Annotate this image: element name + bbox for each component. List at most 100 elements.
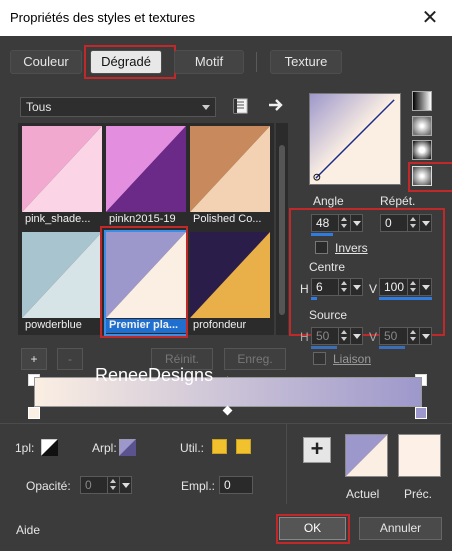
source-v-spin-buttons[interactable]: [407, 328, 419, 344]
gradient-swatch: [22, 126, 102, 212]
source-h-dropdown[interactable]: [350, 328, 362, 344]
use-label: Util.:: [180, 441, 204, 455]
center-v-stepper[interactable]: 100: [379, 278, 432, 296]
source-h-label: H: [300, 330, 309, 344]
color-stop-right[interactable]: [415, 407, 427, 419]
source-h-value: 50: [316, 329, 330, 343]
gradient-tile-label: powderblue: [25, 319, 82, 331]
color-midpoint[interactable]: [222, 405, 233, 416]
opacity-spin-buttons[interactable]: [107, 477, 119, 493]
source-v-dropdown[interactable]: [419, 328, 431, 344]
category-select-value: Tous: [26, 100, 52, 114]
close-icon[interactable]: ✕: [418, 6, 442, 30]
location-input[interactable]: 0: [219, 476, 253, 494]
dialog-body: Couleur Dégradé Motif Texture Tous pink_…: [0, 36, 452, 551]
grid-scrollbar[interactable]: [276, 123, 288, 335]
library-icon[interactable]: [232, 97, 250, 115]
foreground-stop-icon[interactable]: [41, 439, 58, 456]
cancel-button[interactable]: Annuler: [359, 517, 442, 540]
remove-gradient-button[interactable]: -: [57, 348, 83, 370]
center-v-spin-buttons[interactable]: [407, 279, 419, 295]
gradient-swatch: [190, 126, 270, 212]
link-checkbox[interactable]: [313, 352, 326, 365]
style-rect-button[interactable]: [412, 116, 432, 136]
source-label: Source: [309, 308, 348, 322]
repeat-label: Répét.: [380, 194, 416, 208]
background-stop-icon[interactable]: [119, 439, 136, 456]
chevron-down-icon: [202, 105, 210, 110]
source-v-stepper[interactable]: 50: [379, 327, 432, 345]
tab-motif[interactable]: Motif: [174, 50, 244, 74]
gradient-bar[interactable]: ReneeDesigns: [34, 365, 422, 407]
scrollbar-thumb[interactable]: [279, 145, 285, 315]
vertical-divider: [286, 424, 287, 504]
opacity-stepper[interactable]: 0: [80, 476, 132, 494]
invert-checkbox[interactable]: [315, 241, 328, 254]
gradient-swatch: [22, 232, 102, 318]
previous-swatch[interactable]: [398, 434, 441, 477]
opacity-label: Opacité:: [26, 479, 71, 493]
repeat-spin-buttons[interactable]: [407, 215, 419, 231]
center-label: Centre: [309, 260, 346, 274]
location-value: 0: [224, 478, 231, 492]
angle-dropdown[interactable]: [350, 215, 362, 231]
center-v-slider[interactable]: [379, 297, 432, 300]
repeat-dropdown[interactable]: [419, 215, 431, 231]
ok-button[interactable]: OK: [279, 517, 346, 540]
title-bar: Propriétés des styles et textures ✕: [0, 0, 452, 36]
center-v-dropdown[interactable]: [419, 279, 431, 295]
angle-spin-buttons[interactable]: [338, 215, 350, 231]
gradient-tile[interactable]: powderblue: [22, 232, 102, 334]
center-v-value: 100: [384, 280, 405, 294]
category-select[interactable]: Tous: [20, 97, 216, 117]
source-h-stepper[interactable]: 50: [311, 327, 363, 345]
angle-value: 48: [316, 216, 330, 230]
opacity-dropdown[interactable]: [119, 477, 131, 493]
gradient-tile-label: profondeur: [193, 319, 247, 331]
source-v-label: V: [369, 330, 378, 344]
center-h-dropdown[interactable]: [350, 279, 362, 295]
style-radial-button[interactable]: [412, 140, 432, 160]
help-link[interactable]: Aide: [16, 523, 40, 537]
tab-texture[interactable]: Texture: [270, 50, 342, 74]
color-stop-left[interactable]: [28, 407, 40, 419]
use-color-swatch[interactable]: [212, 439, 227, 454]
source-v-value: 50: [384, 329, 398, 343]
watermark-text: ReneeDesigns: [95, 365, 214, 385]
first-plan-label: 1pl:: [15, 441, 35, 455]
window-title: Propriétés des styles et textures: [10, 10, 195, 25]
gradient-tile[interactable]: pink_shade...: [22, 126, 102, 228]
repeat-value: 0: [385, 216, 392, 230]
gradient-tile[interactable]: Polished Co...: [190, 126, 270, 228]
angle-stepper[interactable]: 48: [311, 214, 363, 232]
tab-degrade[interactable]: Dégradé: [90, 50, 162, 74]
gradient-tile-label: pinkn2015-19: [109, 213, 176, 225]
add-to-swatches-button[interactable]: +: [303, 437, 331, 463]
back-plan-label: Arpl:: [92, 441, 117, 455]
repeat-stepper[interactable]: 0: [380, 214, 432, 232]
style-linear-button[interactable]: [412, 91, 432, 111]
section-divider: [0, 423, 452, 424]
center-h-spin-buttons[interactable]: [338, 279, 350, 295]
source-v-slider[interactable]: [379, 346, 405, 349]
angle-slider[interactable]: [311, 233, 333, 236]
gradient-swatch: [106, 126, 186, 212]
gradient-swatch: [106, 232, 186, 318]
gradient-tile-selected[interactable]: Premier pla...: [104, 230, 188, 336]
center-h-stepper[interactable]: 6: [311, 278, 363, 296]
source-h-slider[interactable]: [311, 346, 337, 349]
gradient-tile-label: Polished Co...: [193, 213, 262, 225]
current-swatch[interactable]: [345, 434, 388, 477]
center-h-value: 6: [316, 280, 323, 294]
center-h-slider[interactable]: [311, 297, 317, 300]
style-sunburst-button[interactable]: [412, 166, 432, 186]
gradient-preview[interactable]: [309, 93, 401, 185]
arrow-right-icon[interactable]: [267, 96, 285, 114]
source-h-spin-buttons[interactable]: [338, 328, 350, 344]
tab-couleur[interactable]: Couleur: [10, 50, 82, 74]
save-button[interactable]: Enreg.: [224, 348, 286, 370]
add-gradient-button[interactable]: +: [21, 348, 47, 370]
gradient-tile[interactable]: profondeur: [190, 232, 270, 334]
gradient-tile[interactable]: pinkn2015-19: [106, 126, 186, 228]
use-color-swatch-2[interactable]: [236, 439, 251, 454]
